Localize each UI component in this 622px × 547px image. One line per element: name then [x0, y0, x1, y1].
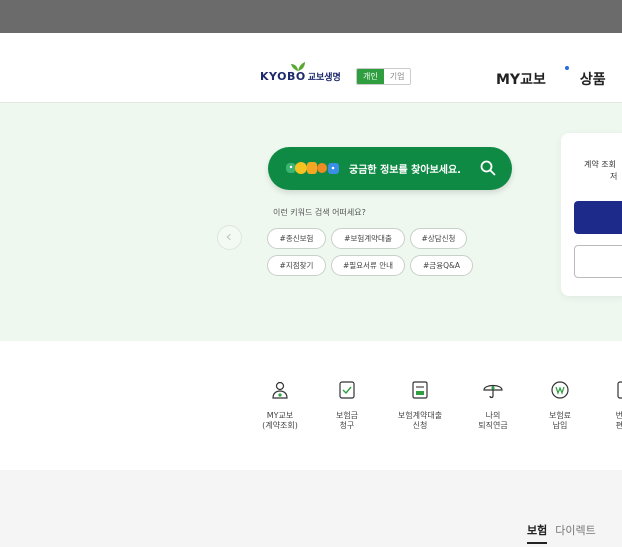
site-header: KYOBO교보생명 개인 기업 MY교보 상품 고 [0, 33, 622, 103]
card-subtitle: 저 [610, 172, 618, 181]
tab-direct[interactable]: 다이렉트 [555, 522, 595, 544]
kyobo-logo[interactable]: KYOBO 교보생명 [260, 60, 346, 84]
customer-type-toggle: 개인 기업 [356, 68, 412, 85]
product-section: 보험 다이렉트 [0, 470, 622, 547]
segment-business[interactable]: 기업 [383, 69, 411, 84]
notification-dot-icon [564, 66, 569, 70]
person-icon [272, 381, 288, 399]
search-bar[interactable]: 궁금한 정보를 찾아보세요. [268, 147, 512, 190]
logo-korean: 교보생명 [307, 73, 341, 83]
logo-wordmark: KYOBO [260, 70, 306, 83]
quick-item-premium[interactable]: 보험료 납입 [530, 379, 590, 431]
coin-icon [551, 381, 569, 399]
keyword-tag[interactable]: #금융Q&A [410, 255, 473, 276]
keyword-tag[interactable]: #종신보험 [267, 228, 326, 249]
quick-item-claim[interactable]: 보험금 청구 [317, 379, 377, 431]
contract-lookup-card: 계약 조회 저 [561, 133, 622, 296]
doc-icon [617, 381, 622, 399]
search-placeholder: 궁금한 정보를 찾아보세요. [349, 165, 461, 176]
main-nav: MY교보 상품 고 [496, 66, 622, 89]
card-secondary-button[interactable] [574, 245, 622, 278]
umbrella-icon [483, 384, 503, 399]
segment-personal[interactable]: 개인 [357, 69, 384, 84]
keyword-tag[interactable]: #필요서류 안내 [331, 255, 405, 276]
keyword-suggest-label: 이런 키워드 검색 어떠세요? [273, 208, 366, 217]
browser-top-bar [0, 0, 622, 33]
quick-item-pension[interactable]: 나의 퇴직연금 [463, 379, 523, 431]
card-primary-button[interactable] [574, 201, 622, 234]
product-tabs: 보험 다이렉트 [527, 522, 604, 544]
quick-item-more[interactable]: 번인 편의 [593, 379, 622, 431]
card-title: 계약 조회 [584, 160, 616, 169]
claim-icon [339, 381, 355, 399]
nav-item-my-kyobo[interactable]: MY교보 [496, 66, 569, 89]
mascot-characters-icon [286, 162, 339, 174]
nav-item-products[interactable]: 상품 [580, 69, 606, 89]
chevron-left-icon [226, 233, 231, 241]
loan-icon [412, 381, 428, 399]
quick-menu: MY교보 (계약조회) 보험금 청구 보험계약대출 신청 나의 퇴직연금 보험료… [0, 341, 622, 470]
tab-insurance[interactable]: 보험 [527, 522, 548, 544]
keyword-tag[interactable]: #지점찾기 [267, 255, 326, 276]
quick-item-loan[interactable]: 보험계약대출 신청 [390, 379, 450, 431]
search-icon[interactable] [480, 160, 496, 176]
keyword-tag[interactable]: #보험계약대출 [331, 228, 405, 249]
previous-button[interactable] [217, 225, 242, 250]
hero-section: 궁금한 정보를 찾아보세요. 이런 키워드 검색 어떠세요? #종신보험 #보험… [0, 103, 622, 341]
quick-item-my-kyobo[interactable]: MY교보 (계약조회) [250, 379, 310, 431]
keyword-tag[interactable]: #상담신청 [410, 228, 467, 249]
